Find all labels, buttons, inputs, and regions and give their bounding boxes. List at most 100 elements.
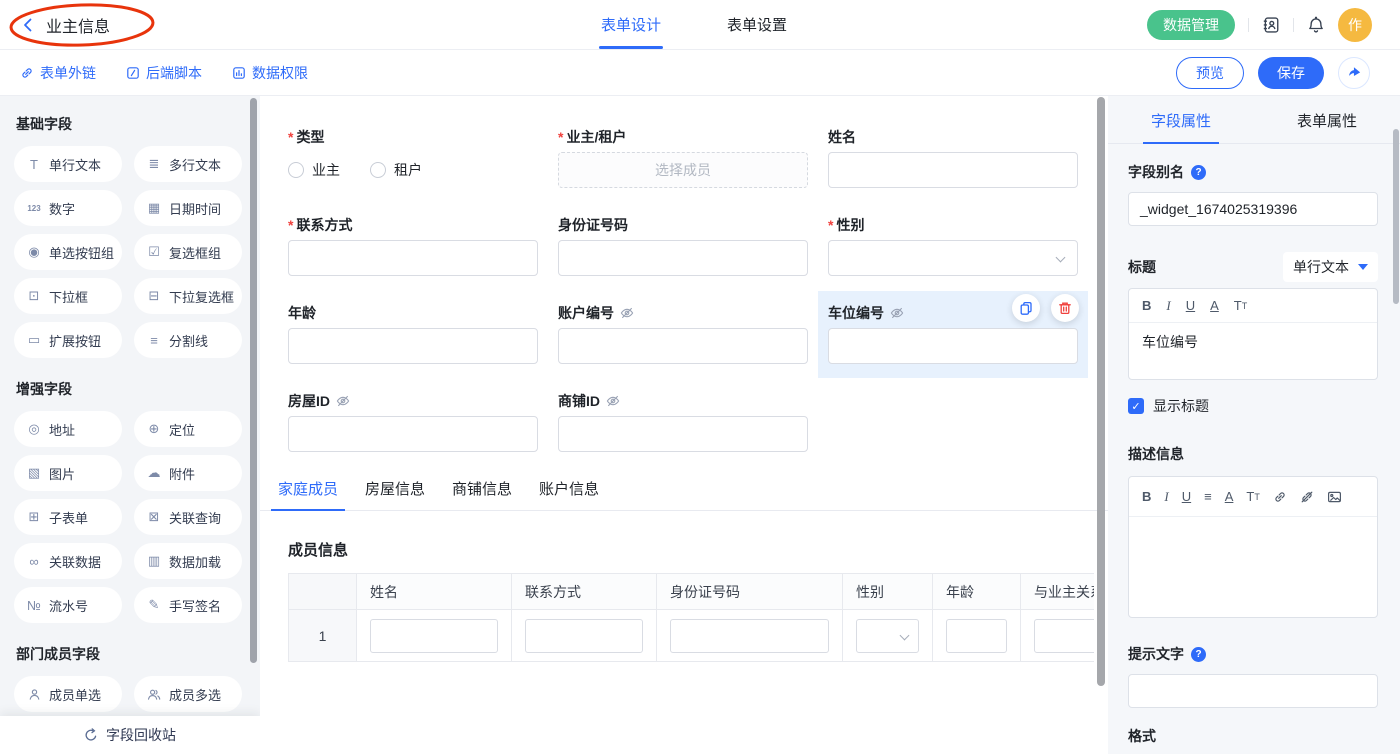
field-item-geolocation[interactable]: ⊕定位 (134, 411, 242, 447)
text-input[interactable] (558, 240, 808, 276)
checkbox-checked-icon[interactable]: ✓ (1128, 398, 1144, 414)
font-size-icon[interactable]: TT (1234, 298, 1247, 313)
radio-option-owner[interactable]: 业主 (288, 160, 340, 180)
field-item-attachment[interactable]: ☁附件 (134, 455, 242, 491)
hint-input[interactable] (1128, 674, 1378, 708)
cell-text-input[interactable] (946, 619, 1007, 653)
user-avatar[interactable]: 作 (1338, 8, 1372, 42)
tab-field-properties[interactable]: 字段属性 (1108, 96, 1254, 143)
field-item-serial-number[interactable]: №流水号 (14, 587, 122, 623)
canvas-scrollbar[interactable] (1097, 97, 1105, 686)
select-input[interactable] (828, 240, 1078, 276)
copy-field-button[interactable] (1012, 294, 1040, 322)
sidebar-scrollbar[interactable] (250, 98, 257, 663)
font-size-icon[interactable]: TT (1246, 489, 1259, 504)
desc-editor-content[interactable] (1129, 517, 1377, 617)
field-type[interactable]: *类型 业主 租户 (288, 126, 538, 188)
field-contact[interactable]: *联系方式 (288, 214, 538, 276)
tab-shop-info[interactable]: 商铺信息 (452, 478, 512, 510)
text-input[interactable] (288, 240, 538, 276)
text-input[interactable] (828, 152, 1078, 188)
field-item-datetime[interactable]: ▦日期时间 (134, 190, 242, 226)
help-question-icon[interactable]: ? (1191, 647, 1206, 662)
field-item-member-multi[interactable]: 成员多选 (134, 676, 242, 712)
field-name[interactable]: 姓名 (828, 126, 1078, 188)
panel-scrollbar[interactable] (1393, 129, 1399, 304)
radio-circle[interactable] (370, 162, 386, 178)
text-input[interactable] (558, 328, 808, 364)
bold-icon[interactable]: B (1142, 489, 1151, 504)
field-item-divider[interactable]: ≡分割线 (134, 322, 242, 358)
radio-circle[interactable] (288, 162, 304, 178)
underline-icon[interactable]: U (1186, 298, 1195, 313)
cell-select-input[interactable] (856, 619, 919, 653)
text-input[interactable] (558, 416, 808, 452)
data-manage-button[interactable]: 数据管理 (1147, 10, 1235, 40)
tab-family-members[interactable]: 家庭成员 (278, 478, 338, 510)
delete-field-button[interactable] (1051, 294, 1079, 322)
field-item-subform[interactable]: ⊞子表单 (14, 499, 122, 535)
field-item-dropdown[interactable]: ⊡下拉框 (14, 278, 122, 314)
cell-text-input[interactable] (525, 619, 643, 653)
field-shop-id[interactable]: 商铺ID (558, 390, 808, 452)
field-item-extend-button[interactable]: ▭扩展按钮 (14, 322, 122, 358)
field-item-signature[interactable]: ✎手写签名 (134, 587, 242, 623)
remove-link-icon[interactable] (1300, 490, 1314, 504)
field-gender[interactable]: *性别 (828, 214, 1078, 276)
field-item-linked-query[interactable]: ⊠关联查询 (134, 499, 242, 535)
field-item-single-text[interactable]: T单行文本 (14, 146, 122, 182)
field-parking-no-selected[interactable]: 车位编号 (828, 302, 1078, 364)
external-link-item[interactable]: 表单外链 (20, 63, 96, 83)
bold-icon[interactable]: B (1142, 298, 1151, 313)
italic-icon[interactable]: I (1164, 489, 1168, 505)
field-id-number[interactable]: 身份证号码 (558, 214, 808, 276)
align-icon[interactable]: ≡ (1204, 489, 1212, 504)
alias-input[interactable]: _widget_1674025319396 (1128, 192, 1378, 226)
back-chevron-icon[interactable] (20, 17, 36, 33)
field-owner-tenant[interactable]: *业主/租户 选择成员 (558, 126, 808, 188)
text-input[interactable] (288, 416, 538, 452)
field-item-radio-group[interactable]: ◉单选按钮组 (14, 234, 122, 270)
field-item-linked-data[interactable]: ∞关联数据 (14, 543, 122, 579)
field-item-number[interactable]: 123数字 (14, 190, 122, 226)
field-account-no[interactable]: 账户编号 (558, 302, 808, 364)
tab-account-info[interactable]: 账户信息 (539, 478, 599, 510)
insert-image-icon[interactable] (1327, 490, 1342, 504)
text-input[interactable] (828, 328, 1078, 364)
back-group[interactable]: 业主信息 (0, 13, 110, 37)
field-item-multi-text[interactable]: ≣多行文本 (134, 146, 242, 182)
font-color-icon[interactable]: A (1225, 489, 1234, 504)
field-item-address[interactable]: ◎地址 (14, 411, 122, 447)
tab-house-info[interactable]: 房屋信息 (365, 478, 425, 510)
save-button[interactable]: 保存 (1258, 57, 1324, 89)
manual-book-icon[interactable] (1262, 16, 1280, 34)
widget-type-dropdown[interactable]: 单行文本 (1283, 252, 1378, 282)
field-item-checkbox-group[interactable]: ☑复选框组 (134, 234, 242, 270)
tab-form-design[interactable]: 表单设计 (601, 0, 661, 49)
backend-script-item[interactable]: 后端脚本 (126, 63, 202, 83)
field-house-id[interactable]: 房屋ID (288, 390, 538, 452)
help-question-icon[interactable]: ? (1191, 165, 1206, 180)
data-permission-item[interactable]: 数据权限 (232, 63, 308, 83)
cell-text-input[interactable] (370, 619, 498, 653)
insert-link-icon[interactable] (1273, 490, 1287, 504)
field-recycle-bin[interactable]: 字段回收站 (0, 716, 260, 754)
field-age[interactable]: 年龄 (288, 302, 538, 364)
field-item-data-load[interactable]: ▥数据加载 (134, 543, 242, 579)
cell-text-input[interactable] (670, 619, 829, 653)
font-color-icon[interactable]: A (1210, 298, 1219, 313)
cell-text-input[interactable] (1034, 619, 1094, 653)
field-item-image[interactable]: ▧图片 (14, 455, 122, 491)
italic-icon[interactable]: I (1166, 298, 1170, 314)
member-picker[interactable]: 选择成员 (558, 152, 808, 188)
field-item-multi-dropdown[interactable]: ⊟下拉复选框 (134, 278, 242, 314)
field-item-member-single[interactable]: 成员单选 (14, 676, 122, 712)
underline-icon[interactable]: U (1182, 489, 1191, 504)
radio-option-tenant[interactable]: 租户 (370, 160, 422, 180)
tab-form-properties[interactable]: 表单属性 (1254, 96, 1400, 143)
notification-bell-icon[interactable] (1307, 16, 1325, 34)
text-input[interactable] (288, 328, 538, 364)
title-editor-content[interactable]: 车位编号 (1129, 323, 1377, 379)
preview-button[interactable]: 预览 (1176, 57, 1244, 89)
share-button[interactable] (1338, 57, 1370, 89)
